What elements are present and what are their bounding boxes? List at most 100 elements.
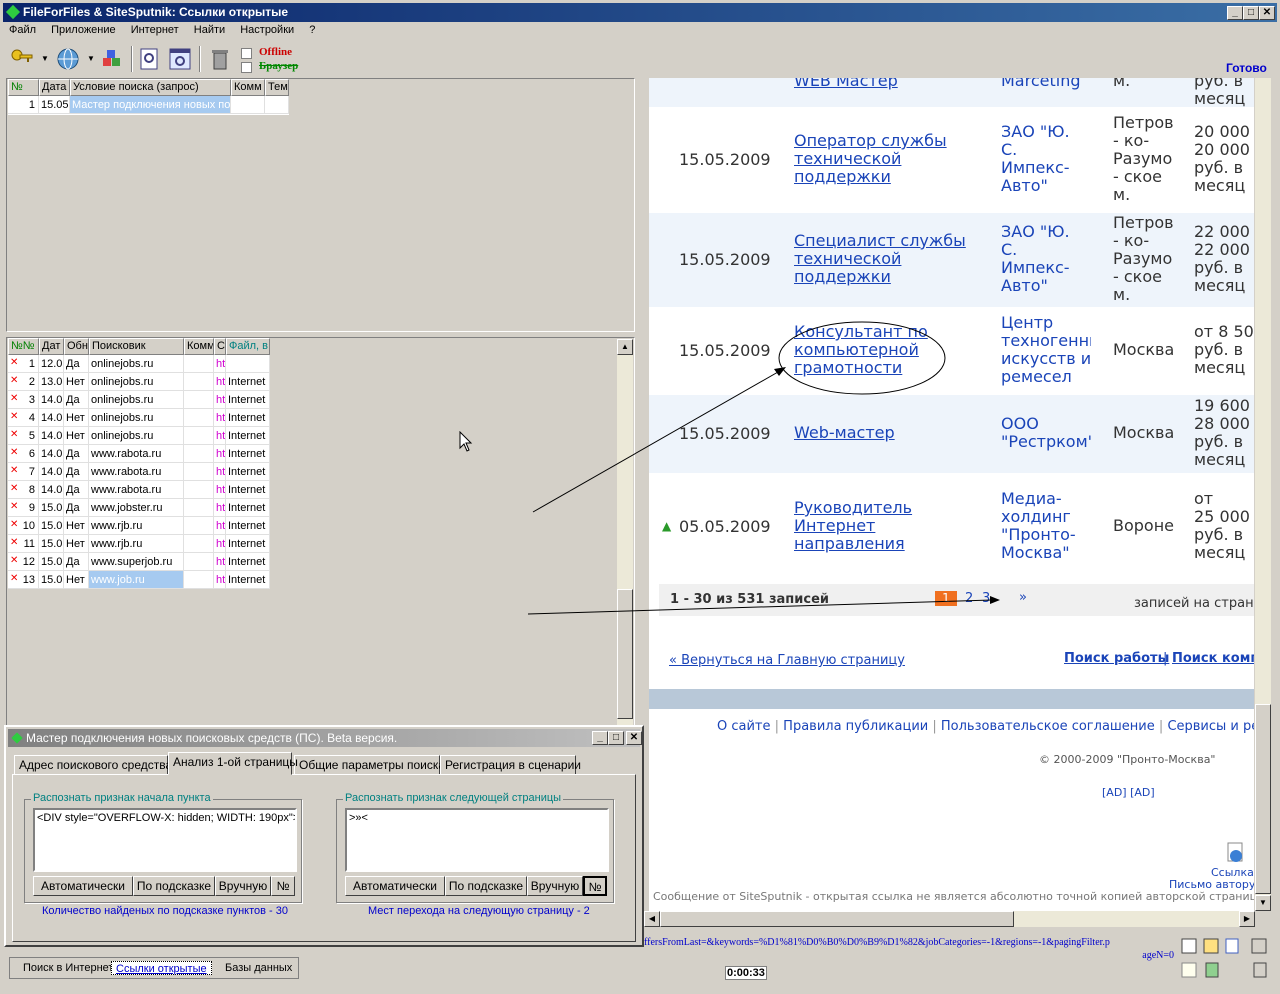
tab-first-page-analysis[interactable]: Анализ 1-ой страницы (168, 752, 298, 775)
job-title-link[interactable]: поддержки (794, 168, 974, 186)
web-hscrollbar[interactable]: ◀ ▶ (644, 911, 1255, 927)
engines-cell[interactable] (226, 355, 270, 373)
menu-internet[interactable]: Интернет (125, 22, 185, 36)
close-button[interactable]: ✕ (1259, 6, 1275, 20)
item-start-hint-button[interactable]: По подсказке (133, 876, 215, 896)
engines-cell[interactable]: Нет (64, 409, 89, 427)
job-title-link[interactable]: Специалист службы (794, 232, 974, 250)
job-title-link[interactable]: технической (794, 150, 974, 168)
engines-cell[interactable]: ht (214, 409, 226, 427)
cubes-icon[interactable] (99, 46, 125, 72)
engines-cell[interactable]: ht (214, 517, 226, 535)
engines-cell[interactable]: www.rjb.ru (89, 517, 184, 535)
engines-col-no[interactable]: №№ (8, 338, 39, 355)
engines-cell[interactable]: www.rjb.ru (89, 535, 184, 553)
engines-cell[interactable]: Internet (226, 499, 270, 517)
pager-page-3[interactable]: 3 (982, 591, 990, 606)
engines-cell[interactable] (184, 409, 214, 427)
engines-cell[interactable]: Да (64, 553, 89, 571)
status-tab-open-links[interactable]: Ссылки открытые (111, 961, 212, 975)
offline-checkbox[interactable] (241, 48, 252, 59)
engines-cell[interactable]: 15.0 (39, 571, 64, 589)
job-company-link[interactable]: ремесел (1001, 368, 1091, 386)
engines-cell[interactable]: www.rabota.ru (89, 445, 184, 463)
delete-mark-icon[interactable]: ✕ (10, 573, 18, 584)
engines-cell[interactable] (184, 355, 214, 373)
engines-cell[interactable]: Internet (226, 445, 270, 463)
tab-general-params[interactable]: Общие параметры поиска (294, 755, 445, 775)
pager-per-page[interactable]: записей на страни (1134, 596, 1254, 611)
engines-col-updated[interactable]: Обн (64, 338, 89, 355)
job-company-link[interactable]: С. (1001, 141, 1091, 159)
job-company-link[interactable]: ЗАО "Ю. (1001, 123, 1091, 141)
job-title-link[interactable]: направления (794, 535, 974, 553)
engines-cell[interactable]: 15.0 (39, 517, 64, 535)
trash-icon[interactable] (207, 46, 233, 72)
tab-engine-address[interactable]: Адрес поискового средства (14, 755, 172, 775)
queries-cell-comment[interactable] (231, 96, 265, 114)
engines-col-s[interactable]: С (214, 338, 226, 355)
engines-cell[interactable]: ht (214, 427, 226, 445)
engines-cell[interactable] (184, 499, 214, 517)
engines-cell[interactable]: Internet (226, 409, 270, 427)
engines-cell[interactable]: Да (64, 355, 89, 373)
job-company-link[interactable]: Центр (1001, 314, 1091, 332)
delete-mark-icon[interactable]: ✕ (10, 537, 18, 548)
job-company-link[interactable]: Импекс- (1001, 259, 1091, 277)
queries-cell-query[interactable]: Мастер подключения новых по (70, 96, 231, 114)
pager-page-2[interactable]: 2 (965, 591, 973, 606)
engines-cell[interactable]: ht (214, 499, 226, 517)
engines-cell[interactable]: 13.0 (39, 373, 64, 391)
queries-cell-date[interactable]: 15.05 (39, 96, 70, 114)
engines-scrollbar[interactable]: ▲ (617, 339, 633, 725)
engines-cell[interactable]: Internet (226, 535, 270, 553)
footer-link-about[interactable]: О сайте (717, 719, 771, 734)
engines-cell[interactable]: onlinejobs.ru (89, 409, 184, 427)
engines-cell[interactable]: onlinejobs.ru (89, 427, 184, 445)
engines-cell[interactable] (184, 445, 214, 463)
menu-help[interactable]: ? (303, 22, 321, 36)
job-title-link[interactable]: Оператор службы (794, 132, 974, 150)
engines-cell[interactable]: onlinejobs.ru (89, 391, 184, 409)
engines-cell[interactable]: ht (214, 535, 226, 553)
web-scroll-thumb[interactable] (1255, 704, 1271, 894)
job-company-link[interactable]: искусств и (1001, 350, 1091, 368)
queries-col-no[interactable]: № (8, 79, 39, 96)
globe-icon[interactable] (55, 46, 81, 72)
queries-cell-theme[interactable] (265, 96, 289, 114)
queries-col-date[interactable]: Дата (39, 79, 70, 96)
engines-cell[interactable] (184, 553, 214, 571)
search-companies-link[interactable]: Поиск компа (1172, 651, 1254, 666)
next-page-textarea[interactable]: >»< (345, 808, 609, 872)
job-company-link[interactable]: Медиа- (1001, 490, 1091, 508)
engines-cell[interactable]: 15.0 (39, 553, 64, 571)
engines-cell[interactable]: ht (214, 445, 226, 463)
delete-mark-icon[interactable]: ✕ (10, 447, 18, 458)
engines-cell[interactable]: Нет (64, 517, 89, 535)
web-scroll-down-icon[interactable]: ▼ (1255, 895, 1271, 911)
engines-cell[interactable] (184, 427, 214, 445)
keys-dropdown-icon[interactable]: ▼ (41, 54, 49, 63)
next-page-number-button[interactable]: № (583, 876, 607, 896)
job-title-link[interactable]: технической (794, 250, 974, 268)
engines-cell[interactable] (184, 517, 214, 535)
job-company-link[interactable]: "Пронто- (1001, 526, 1091, 544)
footer-link-services[interactable]: Сервисы и рекла (1167, 719, 1254, 734)
browser-checkbox[interactable] (241, 62, 252, 73)
wizard-close-button[interactable]: ✕ (626, 731, 642, 745)
engines-cell[interactable] (184, 463, 214, 481)
wizard-minimize-button[interactable]: _ (592, 731, 608, 745)
footer-link-rules[interactable]: Правила публикации (783, 719, 928, 734)
job-company-link[interactable]: Москва" (1001, 544, 1091, 562)
engines-cell[interactable]: www.jobster.ru (89, 499, 184, 517)
job-company-link[interactable]: Авто" (1001, 177, 1091, 195)
engines-cell[interactable]: 14.0 (39, 427, 64, 445)
job-company-link[interactable]: С. (1001, 241, 1091, 259)
job-title-link[interactable]: Web-мастер (794, 424, 974, 442)
engines-col-date[interactable]: Дат (39, 338, 64, 355)
keys-icon[interactable] (9, 46, 35, 72)
engines-cell[interactable]: Да (64, 481, 89, 499)
engines-cell[interactable]: Нет (64, 427, 89, 445)
next-page-auto-button[interactable]: Автоматически (345, 876, 445, 896)
engines-cell[interactable]: onlinejobs.ru (89, 355, 184, 373)
